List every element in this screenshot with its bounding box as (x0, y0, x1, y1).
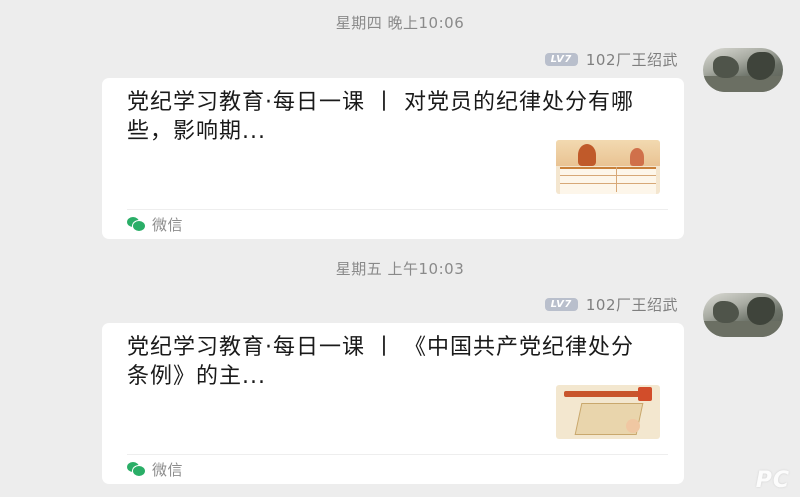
level-badge: LV7 (544, 52, 578, 66)
article-thumbnail (556, 140, 660, 194)
timestamp-2: 星期五 上午10:03 (335, 260, 465, 278)
sender-row-2: LV7 102厂王绍武 (544, 294, 678, 315)
source-label: 微信 (152, 460, 184, 479)
sender-avatar[interactable] (703, 48, 783, 92)
source-label: 微信 (152, 215, 184, 234)
card-footer: 微信 (127, 215, 184, 234)
level-badge: LV7 (544, 297, 578, 311)
sender-row-1: LV7 102厂王绍武 (544, 49, 678, 70)
sender-name[interactable]: 102厂王绍武 (586, 294, 678, 315)
article-title: 党纪学习教育·每日一课 丨 《中国共产党纪律处分条例》的主... (127, 335, 634, 389)
article-thumbnail (556, 385, 660, 439)
card-footer: 微信 (127, 460, 184, 479)
sender-avatar[interactable] (703, 293, 783, 337)
shared-article-card[interactable]: 党纪学习教育·每日一课 丨 对党员的纪律处分有哪些，影响期... 微信 (102, 78, 684, 239)
article-title: 党纪学习教育·每日一课 丨 对党员的纪律处分有哪些，影响期... (127, 90, 634, 144)
card-divider (127, 209, 668, 210)
card-divider (127, 454, 668, 455)
watermark: PC (755, 468, 790, 493)
shared-article-card[interactable]: 党纪学习教育·每日一课 丨 《中国共产党纪律处分条例》的主... 微信 (102, 323, 684, 484)
sender-name[interactable]: 102厂王绍武 (586, 49, 678, 70)
timestamp-1: 星期四 晚上10:06 (335, 14, 465, 32)
wechat-icon (127, 215, 145, 233)
wechat-icon (127, 460, 145, 478)
